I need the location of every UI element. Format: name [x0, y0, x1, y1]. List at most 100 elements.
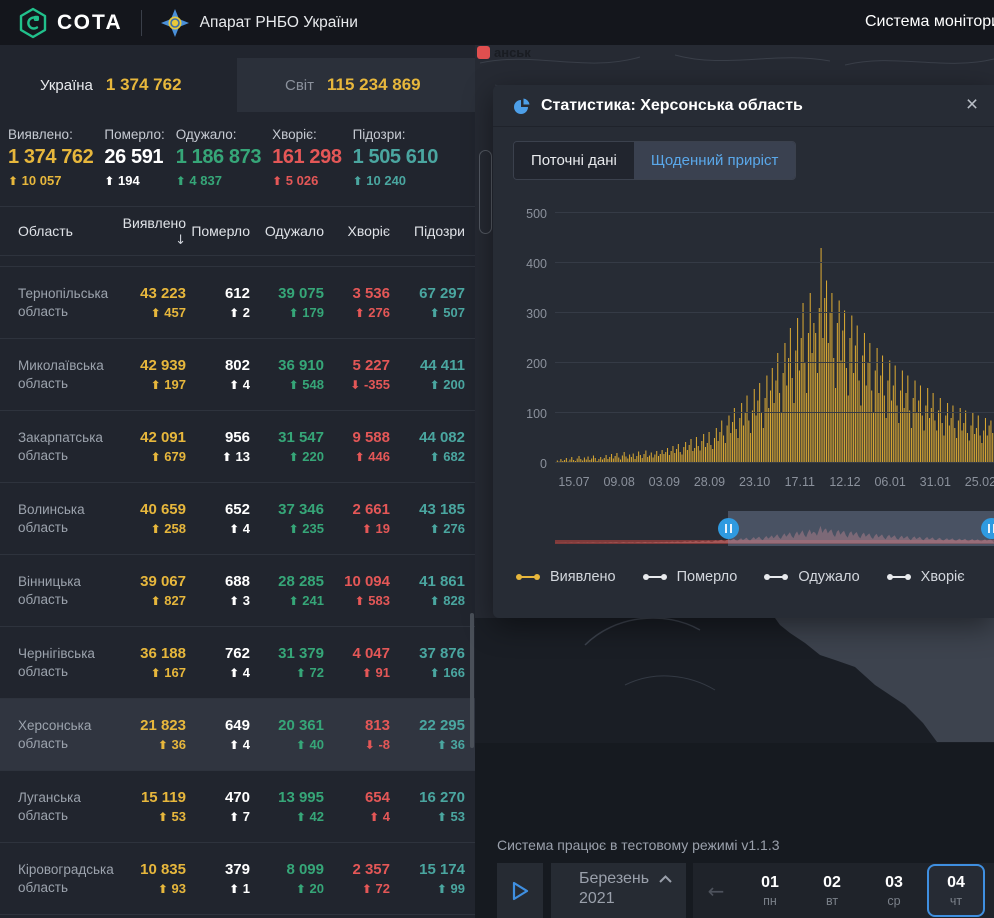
slider-handle-right[interactable] — [981, 518, 994, 539]
region-name: Кіровоградська область — [8, 861, 108, 897]
y-tick-label: 200 — [515, 357, 547, 371]
world-value: 115 234 869 — [327, 75, 421, 95]
stat-cell: 13 995 ⬆ 42 — [250, 789, 324, 824]
map-zoom-control[interactable] — [479, 150, 492, 234]
legend-item[interactable]: Одужало — [763, 569, 859, 585]
stat-item: Хворіє: 161 298 ⬆ 5 026 — [272, 127, 342, 188]
statistics-modal: Статистика: Херсонська область × Поточні… — [493, 85, 994, 618]
scrollbar[interactable] — [470, 613, 474, 748]
prev-day-button[interactable]: ← — [693, 863, 739, 918]
stat-cell: 2 357 ⬆ 72 — [324, 861, 390, 896]
stat-cell: 802 ⬆ 4 — [186, 357, 250, 392]
stat-cell: 31 547 ⬆ 220 — [250, 429, 324, 464]
stat-value: 1 505 610 — [353, 146, 438, 169]
legend-label: Хворіє — [921, 569, 965, 585]
stat-delta: ⬆ 10 057 — [8, 173, 93, 188]
region-name: Луганська область — [8, 789, 108, 825]
close-icon[interactable]: × — [958, 91, 986, 119]
world-total[interactable]: Світ 115 234 869 — [237, 58, 475, 112]
stat-label: Одужало: — [176, 127, 261, 142]
map-pin-icon[interactable] — [477, 46, 490, 59]
legend-marker-icon — [886, 572, 912, 582]
col-sick[interactable]: Хворіє — [324, 223, 390, 239]
legend-item[interactable]: Померло — [642, 569, 738, 585]
x-tick-label: 06.01 — [874, 475, 905, 489]
sort-desc-icon: ↓ — [175, 233, 186, 248]
table-row[interactable]: Вінницька область 39 067 ⬆ 827 688 ⬆ 3 2… — [0, 555, 475, 627]
stat-cell: 40 659 ⬆ 258 — [108, 501, 186, 536]
tab-active[interactable]: Щоденний приріст — [634, 142, 796, 179]
slider-selected-range[interactable] — [728, 511, 994, 546]
stat-cell: 10 094 ⬆ 583 — [324, 573, 390, 608]
slider-handle-left[interactable] — [718, 518, 739, 539]
ukraine-value: 1 374 762 — [106, 75, 182, 95]
x-tick-label: 25.02 — [965, 475, 994, 489]
tab-inactive[interactable]: Поточні дані — [514, 142, 634, 179]
stat-cell: 654 ⬆ 4 — [324, 789, 390, 824]
x-tick-label: 17.11 — [785, 475, 815, 489]
col-suspected[interactable]: Підозри — [390, 223, 465, 239]
region-name: Тернопільська область — [8, 285, 108, 321]
time-range-slider — [555, 511, 994, 546]
x-tick-label: 09.08 — [603, 475, 634, 489]
stat-label: Виявлено: — [8, 127, 93, 142]
gridline — [555, 262, 994, 263]
region-name: Закарпатська область — [8, 429, 108, 465]
stat-cell: 43 223 ⬆ 457 — [108, 285, 186, 320]
logo-text: СОТА — [57, 11, 123, 35]
table-row[interactable]: Луганська область 15 119 ⬆ 53 470 ⬆ 7 13… — [0, 771, 475, 843]
left-arrow-icon: ← — [708, 879, 725, 903]
stat-cell: 44 082 ⬆ 682 — [390, 429, 465, 464]
stat-cell: 39 075 ⬆ 179 — [250, 285, 324, 320]
region-name: Миколаївська область — [8, 357, 108, 393]
year-label: 2021 — [579, 890, 686, 908]
stats-row: Виявлено: 1 374 762 ⬆ 10 057 Померло: 26… — [0, 112, 475, 198]
table-row[interactable]: Тернопільська область 43 223 ⬆ 457 612 ⬆… — [0, 267, 475, 339]
day-cell-03[interactable]: 03 ср — [863, 863, 925, 918]
table-row[interactable]: Чернігівська область 36 188 ⬆ 167 762 ⬆ … — [0, 627, 475, 699]
stat-cell: 37 346 ⬆ 235 — [250, 501, 324, 536]
play-icon — [510, 880, 530, 902]
stat-cell: 8 099 ⬆ 20 — [250, 861, 324, 896]
table-row[interactable]: Херсонська область 21 823 ⬆ 36 649 ⬆ 4 2… — [0, 699, 475, 771]
stat-cell: 20 361 ⬆ 40 — [250, 717, 324, 752]
day-of-week: ср — [887, 894, 900, 908]
table-row[interactable]: Кіровоградська область 10 835 ⬆ 93 379 ⬆… — [0, 843, 475, 915]
pie-chart-icon — [513, 97, 531, 115]
col-died[interactable]: Померло — [186, 223, 250, 239]
stat-delta: ⬆ 194 — [104, 173, 164, 188]
ukraine-total[interactable]: Україна 1 374 762 — [0, 58, 237, 112]
sota-logo: СОТА — [18, 7, 123, 39]
gridline — [555, 362, 994, 363]
summary-row: Україна 1 374 762 Світ 115 234 869 — [0, 58, 475, 112]
play-button[interactable] — [497, 863, 543, 918]
month-selector[interactable]: Березень 2021 — [551, 863, 686, 918]
sota-hexagon-icon — [18, 7, 48, 39]
x-tick-label: 15.07 — [558, 475, 589, 489]
legend-item[interactable]: Виявлено — [515, 569, 616, 585]
ukraine-label: Україна — [40, 77, 93, 94]
legend-item[interactable]: Хворіє — [886, 569, 965, 585]
day-cell-01[interactable]: 01 пн — [739, 863, 801, 918]
table-spacer — [0, 256, 475, 267]
day-cell-02[interactable]: 02 вт — [801, 863, 863, 918]
stat-cell: 37 876 ⬆ 166 — [390, 645, 465, 680]
gridline — [555, 312, 994, 313]
col-region[interactable]: Область — [8, 223, 108, 239]
stat-cell: 42 091 ⬆ 679 — [108, 429, 186, 464]
stat-cell: 16 270 ⬆ 53 — [390, 789, 465, 824]
daily-growth-chart: 0 100 200 300 400 500 15.0709.0803.0928.… — [513, 193, 994, 493]
table-row[interactable]: Миколаївська область 42 939 ⬆ 197 802 ⬆ … — [0, 339, 475, 411]
col-recovered[interactable]: Одужало — [250, 223, 324, 239]
col-detected[interactable]: Виявлено ↓ — [108, 215, 186, 248]
system-test-note: Система працює в тестовому режимі v1.1.3 — [497, 837, 780, 853]
stat-cell: 36 188 ⬆ 167 — [108, 645, 186, 680]
stat-value: 161 298 — [272, 146, 342, 169]
table-row[interactable]: Волинська область 40 659 ⬆ 258 652 ⬆ 4 3… — [0, 483, 475, 555]
table-row[interactable]: Закарпатська область 42 091 ⬆ 679 956 ⬆ … — [0, 411, 475, 483]
month-label: Березень — [579, 870, 649, 888]
day-cell-04[interactable]: 04 чт — [927, 864, 985, 917]
stat-cell: 612 ⬆ 2 — [186, 285, 250, 320]
app-root: анськ Система працює в тестовому режимі … — [0, 0, 994, 918]
x-tick-label: 23.10 — [739, 475, 770, 489]
